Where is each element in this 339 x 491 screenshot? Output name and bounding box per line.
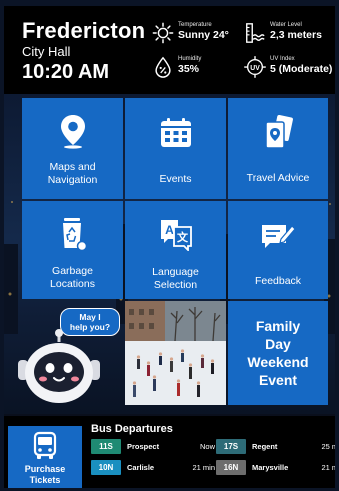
map-pin-icon	[60, 115, 85, 149]
assistant-line1: May I	[79, 312, 101, 322]
temperature-label: Temperature	[178, 22, 212, 28]
travel-documents-icon	[265, 114, 293, 149]
route-time: Now	[199, 442, 215, 451]
purchase-line1: Purchase	[24, 464, 66, 474]
route-code-badge: 10N	[91, 460, 121, 475]
sun-icon	[152, 22, 174, 44]
feedback-label: Feedback	[254, 275, 302, 287]
uv-icon: UV	[244, 56, 266, 78]
family-line3: Weekend	[247, 354, 309, 370]
garbage-label-line1: Garbage	[52, 265, 93, 277]
garbage-label-line2: Locations	[50, 278, 95, 290]
language-label-line2: Selection	[153, 279, 198, 291]
translate-icon: A 文	[160, 220, 192, 251]
uv-index-widget: UV UV Index 5 (Moderate)	[244, 56, 332, 78]
location-name: City Hall	[22, 44, 71, 59]
family-event-title: Family Day Weekend Event	[247, 317, 308, 389]
skating-event-photo	[125, 301, 226, 405]
robot-icon[interactable]	[14, 328, 104, 408]
recycle-bin-icon	[62, 218, 87, 252]
route-code-badge: 11S	[91, 439, 121, 454]
route-time: 21 min	[192, 463, 215, 472]
bus-icon	[33, 431, 57, 459]
kiosk-screen: Fredericton City Hall 10:20 AM Temperatu…	[4, 6, 335, 488]
uv-index-label: UV Index	[270, 56, 295, 62]
bus-route-16n[interactable]: 16N Marysville 21 min	[216, 460, 335, 475]
temperature-widget: Temperature Sunny 24°	[152, 22, 229, 44]
feedback-icon	[262, 225, 296, 248]
route-name: Carlisle	[127, 463, 155, 472]
water-level-icon	[246, 23, 265, 43]
travel-advice-button[interactable]: Travel Advice	[228, 98, 328, 199]
language-label-line1: Language	[152, 266, 199, 278]
temperature-value: Sunny 24°	[178, 29, 229, 41]
feedback-button[interactable]: Feedback	[228, 201, 328, 299]
family-day-event-button[interactable]: Family Day Weekend Event	[228, 301, 328, 405]
events-label: Events	[159, 173, 192, 185]
bus-route-11s[interactable]: 11S Prospect Now	[91, 439, 215, 454]
svg-text:A: A	[165, 223, 174, 237]
purchase-line2: Tickets	[29, 475, 61, 485]
travel-advice-label: Travel Advice	[246, 172, 310, 184]
svg-text:文: 文	[177, 230, 189, 244]
calendar-icon	[160, 118, 191, 147]
maps-label-line2: Navigation	[47, 174, 98, 186]
bus-departures-title: Bus Departures	[91, 423, 173, 435]
route-code-badge: 17S	[216, 439, 246, 454]
uv-index-value: 5 (Moderate)	[270, 63, 333, 75]
bus-departures-bar: Purchase Tickets Bus Departures 11S Pros…	[4, 416, 335, 488]
family-line1: Family	[255, 318, 301, 334]
route-name: Regent	[252, 442, 278, 451]
garbage-locations-button[interactable]: Garbage Locations	[22, 201, 123, 299]
header: Fredericton City Hall 10:20 AM Temperatu…	[4, 6, 335, 94]
bus-route-10n[interactable]: 10N Carlisle 21 min	[91, 460, 215, 475]
language-selection-button[interactable]: A 文 Language Selection	[125, 201, 226, 299]
route-time: 25 min	[321, 442, 335, 451]
maps-navigation-button[interactable]: Maps and Navigation	[22, 98, 123, 199]
maps-navigation-label: Maps and Navigation	[48, 161, 98, 187]
route-name: Prospect	[127, 442, 160, 451]
route-time: 21 min	[321, 463, 335, 472]
events-button[interactable]: Events	[125, 98, 226, 199]
route-name: Marysville	[252, 463, 289, 472]
family-line4: Event	[258, 372, 298, 388]
water-level-value: 2,3 meters	[270, 29, 322, 41]
svg-text:UV: UV	[250, 65, 260, 72]
water-level-widget: Water Level 2,3 meters	[244, 22, 322, 44]
humidity-icon	[155, 56, 171, 78]
humidity-label: Humidity	[178, 56, 202, 62]
language-selection-label: Language Selection	[152, 266, 199, 292]
humidity-value: 35%	[178, 63, 200, 75]
purchase-tickets-button[interactable]: Purchase Tickets	[8, 426, 82, 488]
humidity-widget: Humidity 35%	[152, 56, 201, 78]
maps-label-line1: Maps and	[49, 161, 96, 173]
garbage-locations-label: Garbage Locations	[50, 265, 95, 291]
water-level-label: Water Level	[270, 22, 302, 28]
family-line2: Day	[265, 336, 291, 352]
clock: 10:20 AM	[22, 61, 110, 83]
purchase-tickets-label: Purchase Tickets	[25, 464, 66, 486]
city-name: Fredericton	[22, 18, 146, 43]
route-code-badge: 16N	[216, 460, 246, 475]
bus-route-17s[interactable]: 17S Regent 25 min	[216, 439, 335, 454]
